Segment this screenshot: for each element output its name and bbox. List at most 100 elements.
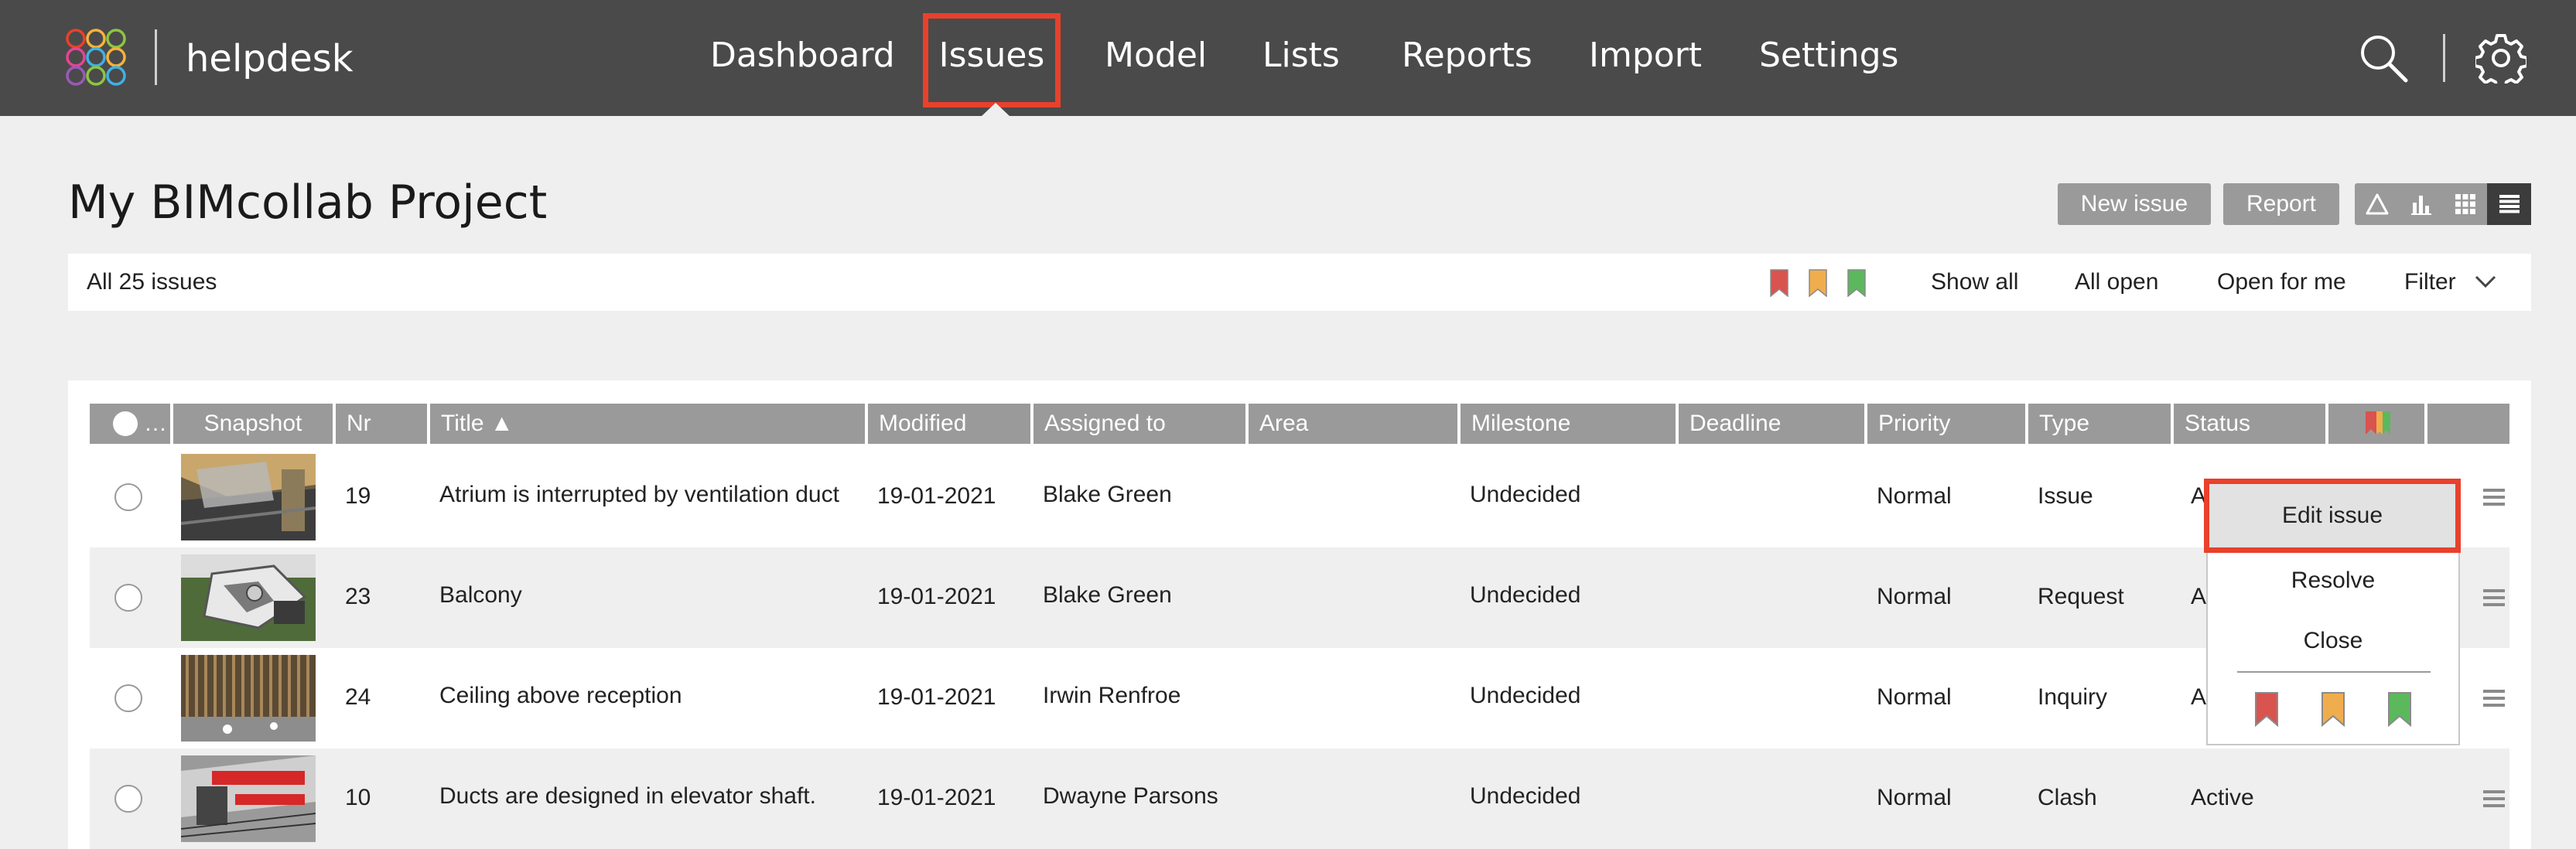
chevron-down-icon[interactable] bbox=[2474, 272, 2497, 291]
col-modified[interactable]: Modified bbox=[868, 404, 1030, 444]
snapshot-ducts-image bbox=[181, 755, 316, 842]
issue-count: All 25 issues bbox=[87, 269, 217, 295]
select-all-radio[interactable] bbox=[113, 411, 138, 436]
issue-assigned-to: Blake Green bbox=[1043, 582, 1172, 608]
row-select-radio[interactable] bbox=[114, 785, 142, 813]
nav-import[interactable]: Import bbox=[1589, 31, 1702, 80]
snapshot-thumbnail[interactable] bbox=[181, 454, 316, 540]
nav-issues[interactable]: Issues bbox=[923, 13, 1061, 107]
issue-type: Clash bbox=[2038, 785, 2097, 810]
select-all-column[interactable]: … bbox=[90, 404, 170, 444]
all-open-filter[interactable]: All open bbox=[2075, 268, 2158, 297]
issue-title[interactable]: Ceiling above reception bbox=[439, 680, 682, 711]
row-menu-icon[interactable] bbox=[2483, 789, 2505, 809]
row-menu-icon[interactable] bbox=[2483, 588, 2505, 608]
issue-assigned-to: Blake Green bbox=[1043, 482, 1172, 507]
issue-modified: 19-01-2021 bbox=[877, 483, 996, 509]
nav-model[interactable]: Model bbox=[1105, 31, 1207, 80]
bar-chart-view-button[interactable] bbox=[2399, 183, 2443, 225]
list-view-button[interactable] bbox=[2487, 183, 2531, 225]
active-nav-caret bbox=[981, 103, 1010, 117]
triangle-view-button[interactable] bbox=[2355, 183, 2399, 225]
table-row[interactable]: 24 Ceiling above reception 19-01-2021 Ir… bbox=[90, 648, 2509, 748]
orange-flag-icon[interactable] bbox=[1809, 269, 1827, 297]
snapshot-thumbnail[interactable] bbox=[181, 554, 316, 641]
col-status[interactable]: Status bbox=[2174, 404, 2325, 444]
row-select-radio[interactable] bbox=[114, 584, 142, 612]
col-milestone[interactable]: Milestone bbox=[1461, 404, 1676, 444]
app-name: helpdesk bbox=[186, 37, 354, 80]
row-select-radio[interactable] bbox=[114, 684, 142, 712]
toolbar-divider bbox=[2443, 34, 2445, 82]
open-for-me-filter[interactable]: Open for me bbox=[2217, 268, 2346, 297]
bimcollab-logo-icon[interactable] bbox=[65, 28, 127, 87]
issue-status: A bbox=[2191, 684, 2207, 710]
col-type[interactable]: Type bbox=[2028, 404, 2171, 444]
table-row[interactable]: 10 Ducts are designed in elevator shaft.… bbox=[90, 748, 2509, 849]
red-flag-icon[interactable] bbox=[1770, 269, 1789, 297]
show-all-filter[interactable]: Show all bbox=[1931, 268, 2018, 297]
gear-icon[interactable] bbox=[2475, 32, 2526, 84]
table-row[interactable]: 23 Balcony 19-01-2021 Blake Green Undeci… bbox=[90, 547, 2509, 648]
snapshot-atrium-image bbox=[181, 454, 316, 540]
nav-lists[interactable]: Lists bbox=[1262, 31, 1340, 80]
red-flag-icon[interactable] bbox=[2254, 691, 2279, 727]
col-actions bbox=[2427, 404, 2509, 444]
issue-milestone: Undecided bbox=[1470, 683, 1581, 708]
issue-status: A bbox=[2191, 483, 2207, 509]
snapshot-thumbnail[interactable] bbox=[181, 755, 316, 842]
col-title[interactable]: Title ▲ bbox=[430, 404, 865, 444]
search-icon[interactable] bbox=[2358, 32, 2409, 84]
col-priority[interactable]: Priority bbox=[1867, 404, 2025, 444]
issue-title[interactable]: Ducts are designed in elevator shaft. bbox=[439, 781, 816, 812]
row-menu-icon[interactable] bbox=[2483, 487, 2505, 507]
row-select-radio[interactable] bbox=[114, 483, 142, 511]
issue-priority: Normal bbox=[1877, 785, 1952, 810]
col-deadline[interactable]: Deadline bbox=[1679, 404, 1864, 444]
col-flag[interactable] bbox=[2328, 404, 2424, 444]
snapshot-thumbnail[interactable] bbox=[181, 655, 316, 742]
col-area[interactable]: Area bbox=[1249, 404, 1457, 444]
table-header: … Snapshot Nr Title ▲ Modified Assigned … bbox=[90, 404, 2509, 444]
page-title: My BIMcollab Project bbox=[68, 176, 548, 230]
issue-milestone: Undecided bbox=[1470, 582, 1581, 608]
orange-flag-icon[interactable] bbox=[2321, 691, 2345, 727]
snapshot-balcony-image bbox=[181, 554, 316, 641]
issue-nr: 23 bbox=[345, 584, 371, 609]
nav-settings[interactable]: Settings bbox=[1759, 31, 1898, 80]
col-assigned-to[interactable]: Assigned to bbox=[1033, 404, 1245, 444]
top-navigation-bar: helpdesk Dashboard Issues Model Lists Re… bbox=[0, 0, 2576, 117]
issue-priority: Normal bbox=[1877, 584, 1952, 609]
green-flag-icon[interactable] bbox=[2387, 691, 2412, 727]
grid-view-button[interactable] bbox=[2443, 183, 2487, 225]
nav-reports[interactable]: Reports bbox=[1402, 31, 1532, 80]
resolve-menu-item[interactable]: Resolve bbox=[2208, 555, 2458, 606]
view-switcher bbox=[2355, 183, 2531, 225]
triangle-view-icon bbox=[2366, 193, 2389, 215]
col-nr[interactable]: Nr bbox=[336, 404, 427, 444]
issue-nr: 19 bbox=[345, 483, 371, 509]
issue-title[interactable]: Atrium is interrupted by ventilation duc… bbox=[439, 479, 839, 510]
col-snapshot[interactable]: Snapshot bbox=[173, 404, 333, 444]
edit-issue-menu-item[interactable]: Edit issue bbox=[2204, 479, 2461, 553]
issue-status: A bbox=[2191, 584, 2207, 609]
report-button[interactable]: Report bbox=[2223, 183, 2339, 225]
issue-priority: Normal bbox=[1877, 684, 1952, 710]
issue-title[interactable]: Balcony bbox=[439, 580, 522, 611]
logo-divider bbox=[155, 29, 157, 85]
issue-priority: Normal bbox=[1877, 483, 1952, 509]
close-menu-item[interactable]: Close bbox=[2208, 615, 2458, 667]
grid-view-icon bbox=[2455, 194, 2475, 214]
issue-modified: 19-01-2021 bbox=[877, 584, 996, 609]
green-flag-icon[interactable] bbox=[1847, 269, 1866, 297]
filter-dropdown[interactable]: Filter bbox=[2404, 268, 2456, 297]
nav-dashboard[interactable]: Dashboard bbox=[710, 31, 895, 80]
issue-assigned-to: Irwin Renfroe bbox=[1043, 683, 1181, 708]
issue-milestone: Undecided bbox=[1470, 783, 1581, 809]
issue-nr: 24 bbox=[345, 684, 371, 710]
table-row[interactable]: 19 Atrium is interrupted by ventilation … bbox=[90, 447, 2509, 547]
new-issue-button[interactable]: New issue bbox=[2058, 183, 2211, 225]
filter-bar: All 25 issues Show all All open Open for… bbox=[68, 254, 2531, 311]
row-menu-icon[interactable] bbox=[2483, 688, 2505, 708]
issue-nr: 10 bbox=[345, 785, 371, 810]
